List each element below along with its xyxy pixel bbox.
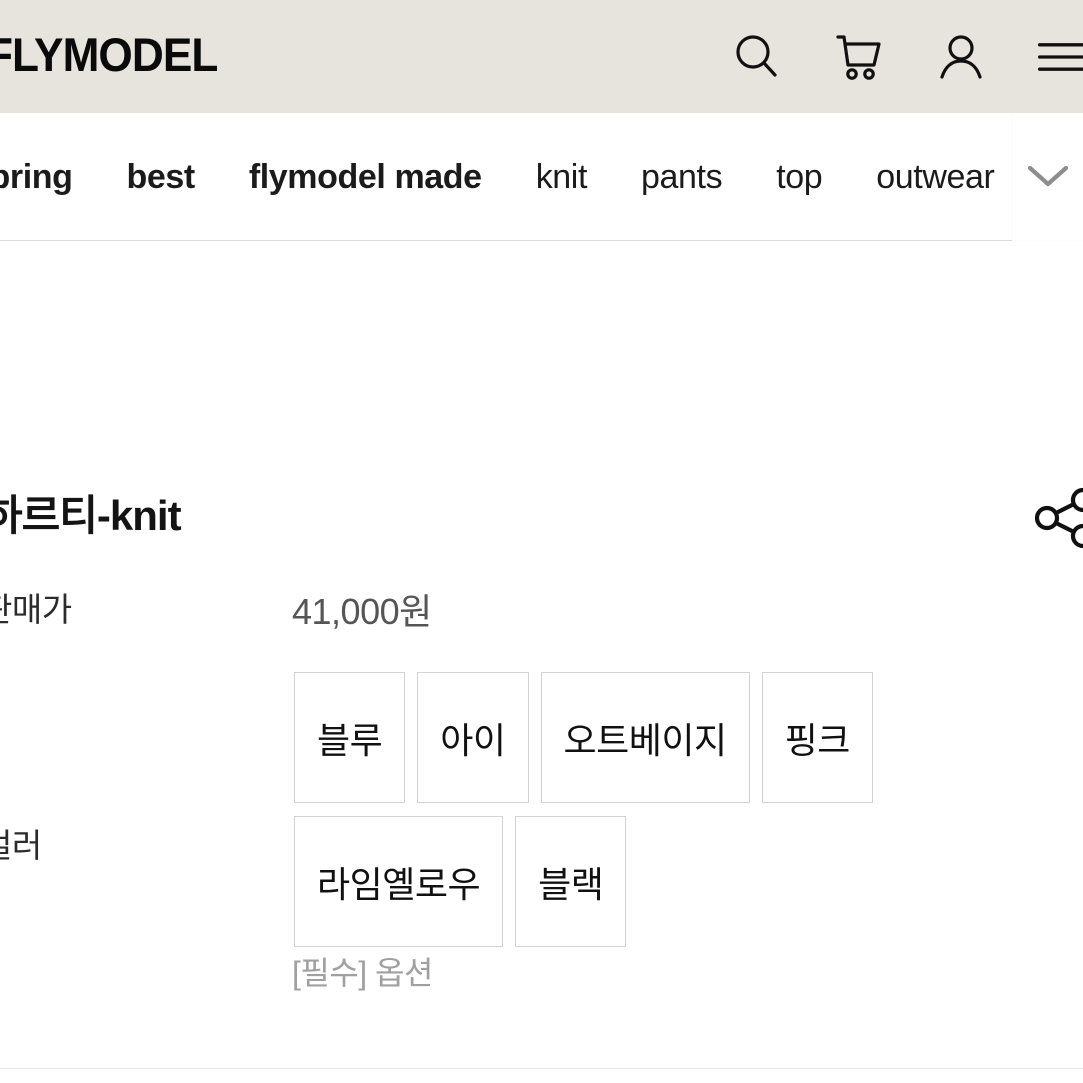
account-icon[interactable] — [933, 29, 989, 85]
nav-item-pants[interactable]: pants — [614, 158, 749, 197]
required-option-note: [필수] 옵션 — [292, 955, 433, 991]
site-logo[interactable]: FLYMODEL — [0, 27, 218, 82]
cart-icon[interactable] — [831, 29, 887, 85]
product-title: 하르티-knit — [0, 492, 182, 539]
color-option-list: 블루 아이 오트베이지 핑크 라임옐로우 블랙 — [294, 672, 1083, 947]
section-divider — [0, 1068, 1083, 1069]
price-label: 판매가 — [0, 591, 72, 628]
share-icon — [1027, 487, 1083, 553]
product-detail-page: FLYMODEL ring best flymodel made knit pa… — [0, 0, 1083, 1083]
menu-icon[interactable] — [1035, 29, 1083, 85]
color-option-blue[interactable]: 블루 — [294, 672, 406, 803]
nav-item-list: spring best flymodel made knit pants top… — [0, 113, 1021, 241]
share-button[interactable] — [1027, 487, 1083, 549]
nav-expand-button[interactable] — [1012, 113, 1083, 241]
color-label: 컬러 — [0, 827, 42, 864]
nav-item-spring[interactable]: spring — [0, 158, 100, 197]
product-info-panel: 하르티-knit 판매가 41,000원 컬러 블루 아이 오트베이지 핑크 라… — [0, 447, 1083, 1083]
nav-item-outwear[interactable]: outwear — [849, 158, 1021, 197]
nav-item-top[interactable]: top — [749, 158, 849, 197]
color-option-black[interactable]: 블랙 — [515, 816, 627, 947]
nav-item-flymodel-made[interactable]: flymodel made — [222, 158, 509, 197]
color-option-oat-beige[interactable]: 오트베이지 — [540, 672, 750, 803]
nav-item-knit[interactable]: knit — [509, 158, 614, 197]
search-icon[interactable] — [729, 29, 785, 85]
chevron-down-icon — [1025, 160, 1071, 195]
site-header: FLYMODEL — [0, 0, 1083, 113]
color-option-pink[interactable]: 핑크 — [761, 672, 873, 803]
color-option-ivory[interactable]: 아이 — [417, 672, 529, 803]
color-option-lime-yellow[interactable]: 라임옐로우 — [294, 816, 504, 947]
header-icon-group — [729, 0, 1083, 113]
nav-item-best[interactable]: best — [100, 158, 222, 197]
price-value: 41,000원 — [292, 591, 432, 632]
category-nav: spring best flymodel made knit pants top… — [0, 113, 1083, 241]
